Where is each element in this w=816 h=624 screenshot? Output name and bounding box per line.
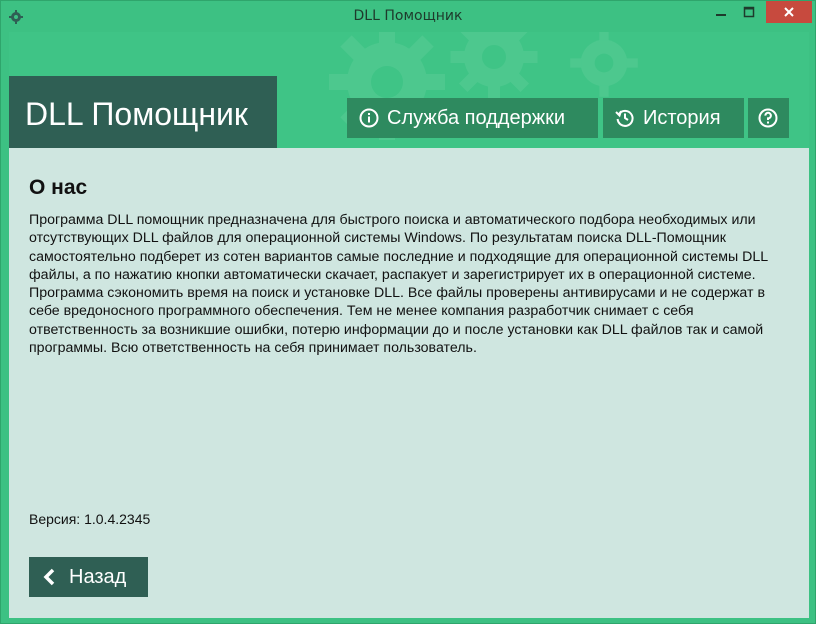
brand-box: DLL Помощник — [9, 76, 277, 148]
version-value: 1.0.4.2345 — [84, 511, 151, 527]
close-icon — [784, 7, 794, 17]
support-button[interactable]: Служба поддержки — [347, 98, 598, 138]
history-button[interactable]: История — [603, 98, 744, 138]
support-button-label: Служба поддержки — [387, 107, 566, 129]
close-button[interactable] — [766, 1, 812, 23]
app-window: DLL Помощник DLL Помощник Служба поддерж… — [0, 0, 816, 624]
minimize-button[interactable] — [707, 1, 735, 23]
version-label: Версия: — [29, 511, 81, 527]
info-icon — [359, 108, 379, 128]
help-button[interactable] — [748, 98, 789, 138]
help-icon — [758, 108, 778, 128]
maximize-icon — [743, 6, 755, 18]
minimize-icon — [716, 14, 726, 16]
title-bar[interactable]: DLL Помощник — [1, 1, 815, 32]
chevron-left-icon — [43, 568, 55, 586]
window-title: DLL Помощник — [353, 8, 463, 24]
about-description: Программа DLL помощник предназначена для… — [29, 212, 768, 357]
history-button-label: История — [643, 107, 721, 129]
decorative-gear-icon — [570, 32, 638, 97]
back-button[interactable]: Назад — [29, 557, 148, 597]
version-row: Версия: 1.0.4.2345 — [29, 511, 150, 527]
decorative-gear-icon — [450, 32, 538, 101]
back-button-label: Назад — [69, 566, 127, 588]
header-band: DLL Помощник Служба поддержки История — [9, 32, 809, 148]
maximize-button[interactable] — [735, 1, 763, 23]
about-panel: О нас Программа DLL помощник предназначе… — [9, 148, 809, 618]
brand-title: DLL Помощник — [25, 96, 248, 132]
history-icon — [615, 109, 634, 127]
about-title: О нас — [29, 176, 88, 199]
